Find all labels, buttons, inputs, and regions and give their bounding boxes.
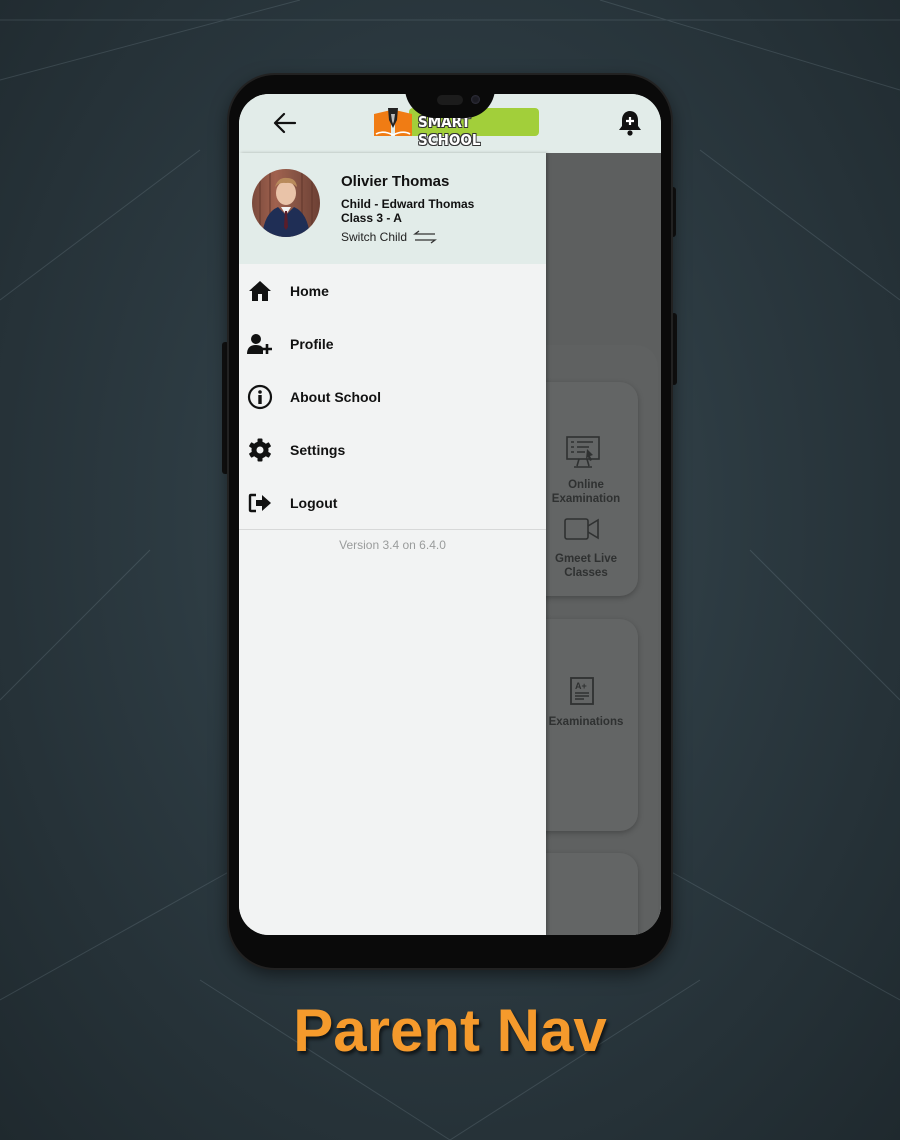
- back-button[interactable]: [271, 109, 299, 137]
- menu-item-label: Logout: [290, 494, 338, 511]
- caption-title: Parent Nav: [293, 997, 607, 1064]
- switch-child-button[interactable]: Switch Child: [341, 229, 437, 245]
- earpiece-speaker: [437, 95, 463, 105]
- menu-item-label: Home: [290, 282, 329, 299]
- logout-icon: [248, 493, 271, 513]
- notification-button[interactable]: [617, 109, 643, 137]
- user-name: Olivier Thomas: [341, 173, 450, 190]
- grade-report-icon: A+: [570, 677, 594, 705]
- drawer-menu: Home Profile About School Settings Logou…: [239, 264, 546, 529]
- avatar-image: [259, 169, 313, 237]
- menu-item-profile[interactable]: Profile: [239, 317, 546, 370]
- side-button-left: [222, 342, 229, 474]
- menu-item-home[interactable]: Home: [239, 264, 546, 317]
- book-pen-icon: [374, 108, 412, 136]
- switch-child-label: Switch Child: [341, 230, 408, 244]
- menu-item-label: Settings: [290, 441, 346, 458]
- version-text: Version 3.4 on 6.4.0: [339, 538, 446, 552]
- avatar[interactable]: [252, 169, 320, 237]
- svg-text:A+: A+: [575, 681, 587, 691]
- menu-item-about-school[interactable]: About School: [239, 370, 546, 423]
- child-name: Child - Edward Thomas: [341, 197, 475, 211]
- drawer-scrim[interactable]: Online Examination Gmeet Live Classes A+…: [506, 153, 661, 935]
- online-exam-icon: [566, 436, 600, 468]
- arrow-left-icon: [273, 112, 297, 134]
- examinations-label: Examinations: [548, 716, 624, 728]
- navigation-drawer: Olivier Thomas Child - Edward Thomas Cla…: [239, 153, 546, 935]
- swap-arrows-icon: [413, 230, 437, 244]
- home-icon: [249, 281, 271, 301]
- online-examination-label: Online Examination: [551, 479, 621, 505]
- phone-screen: SMART SCHOOL Online Examination Gmeet Li…: [239, 94, 661, 935]
- menu-divider: [239, 529, 546, 530]
- menu-item-label: About School: [290, 388, 381, 405]
- drawer-header: Olivier Thomas Child - Edward Thomas Cla…: [239, 153, 546, 264]
- menu-item-settings[interactable]: Settings: [239, 423, 546, 476]
- menu-item-logout[interactable]: Logout: [239, 476, 546, 529]
- power-button: [671, 313, 677, 385]
- gear-icon: [249, 438, 271, 462]
- child-class: Class 3 - A: [341, 211, 402, 225]
- bell-plus-icon: [619, 111, 641, 136]
- info-icon: [247, 384, 273, 410]
- menu-item-label: Profile: [290, 335, 334, 352]
- front-camera: [471, 95, 480, 104]
- video-camera-icon: [564, 518, 599, 540]
- user-plus-icon: [247, 334, 272, 354]
- logo-text: SMART SCHOOL: [418, 113, 481, 149]
- gmeet-live-classes-label: Gmeet Live Classes: [555, 553, 617, 579]
